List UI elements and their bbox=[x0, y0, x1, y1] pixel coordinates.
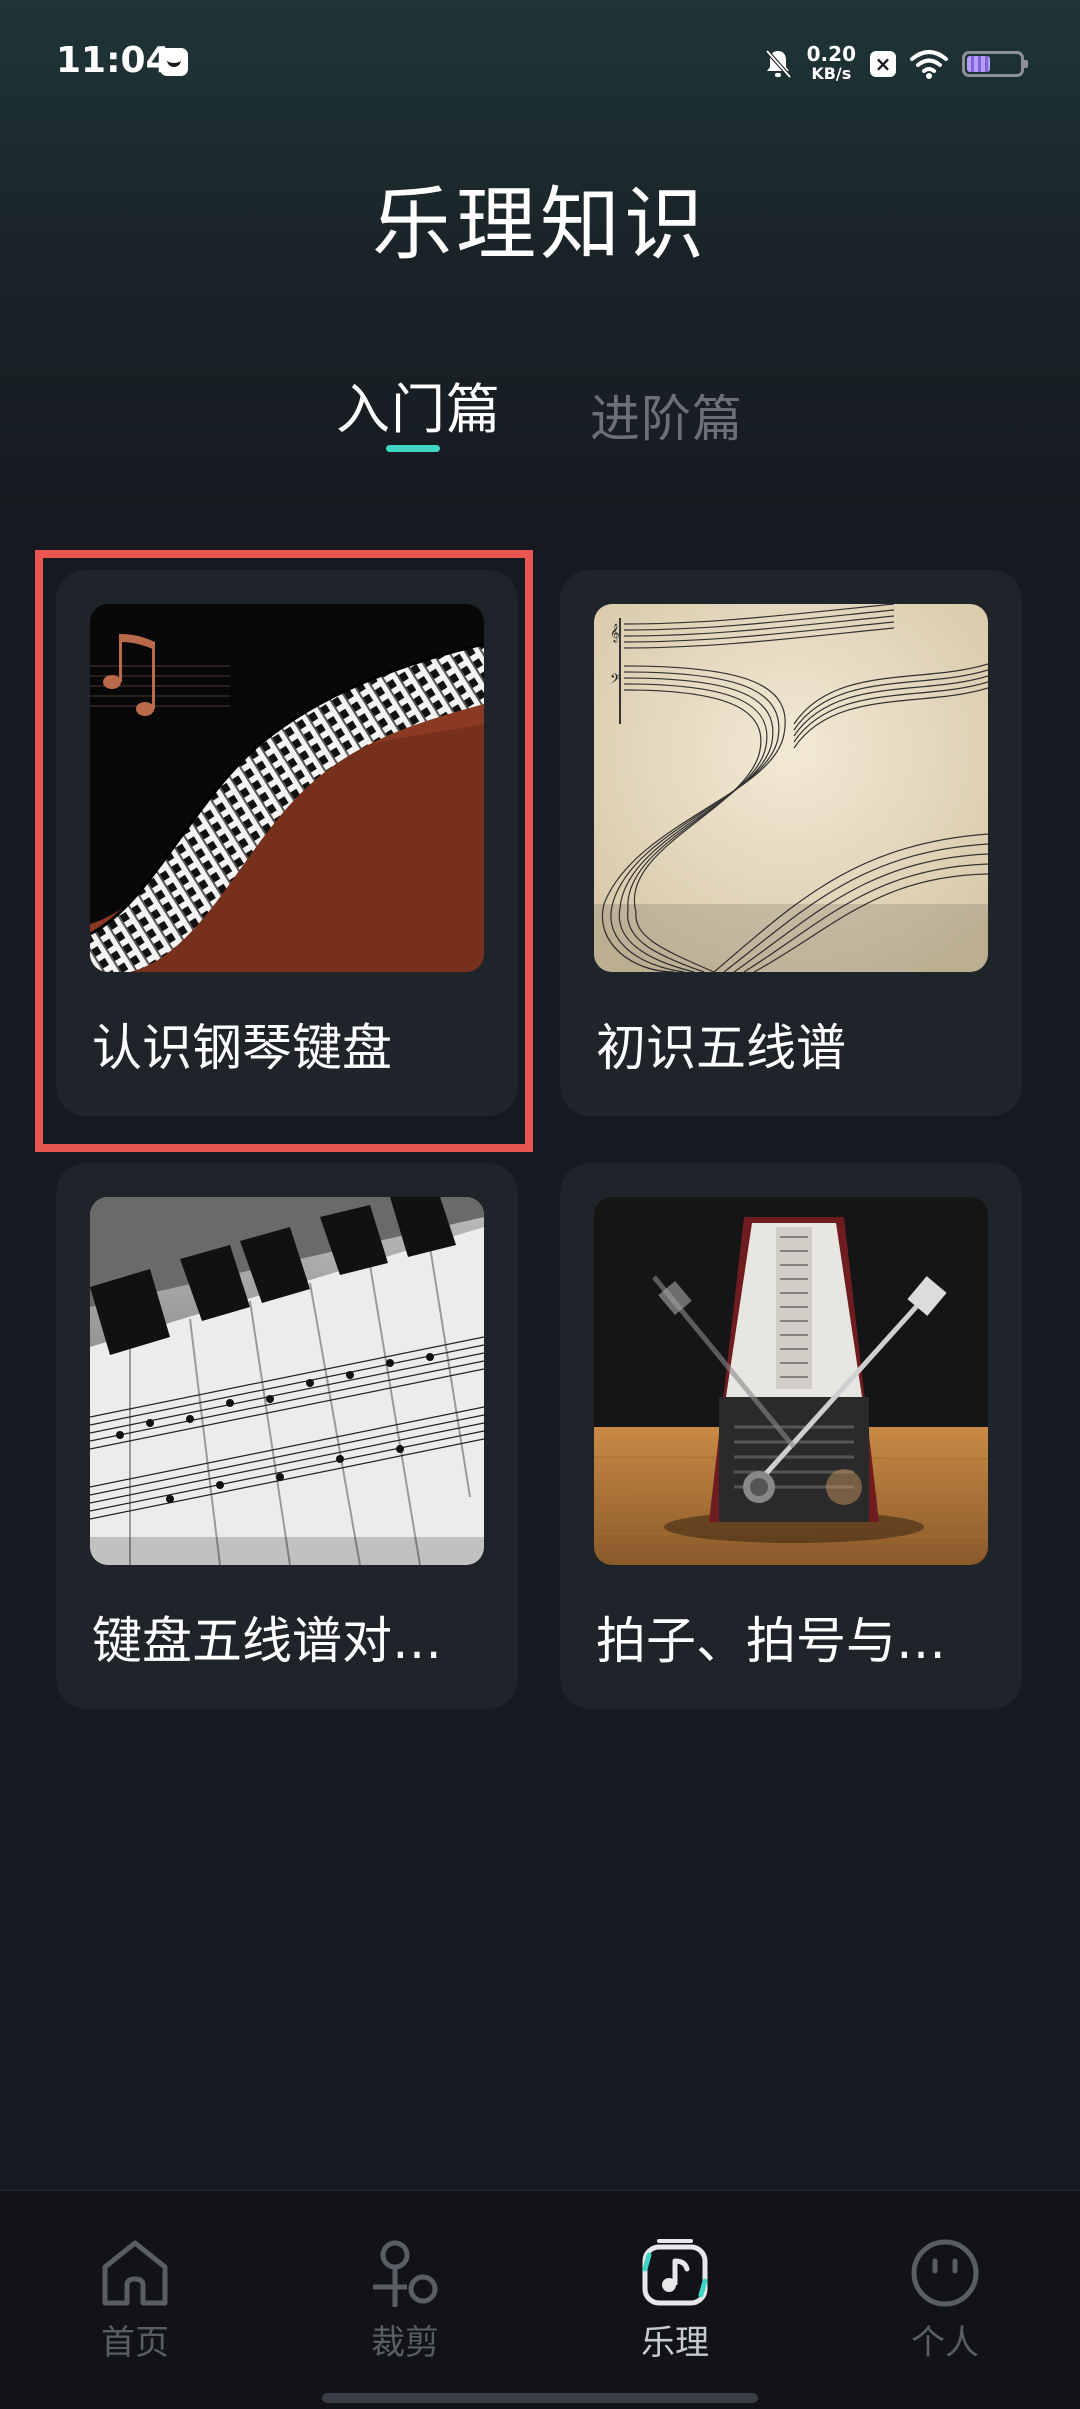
metronome-image bbox=[594, 1197, 988, 1565]
scissors-icon bbox=[373, 2240, 438, 2307]
home-indicator-bar[interactable] bbox=[322, 2393, 758, 2403]
nav-label: 个人 bbox=[911, 2323, 979, 2363]
network-speed: 0.20 KB/s bbox=[807, 44, 856, 84]
piano-keyboard-image bbox=[90, 604, 484, 972]
battery-level bbox=[967, 56, 990, 72]
message-notification-icon bbox=[160, 48, 188, 76]
status-indicators: 0.20 KB/s × bbox=[763, 40, 1028, 88]
nav-label: 首页 bbox=[101, 2323, 169, 2363]
home-icon bbox=[102, 2240, 168, 2306]
lesson-card-keyboard-staff-mapping[interactable]: 键盘五线谱对… bbox=[56, 1163, 518, 1709]
card-title: 初识五线谱 bbox=[596, 1019, 846, 1077]
face-icon bbox=[911, 2239, 979, 2307]
tab-advanced[interactable]: 进阶篇 bbox=[590, 379, 743, 451]
status-time: 11:04 bbox=[56, 40, 171, 81]
lesson-card-piano-keyboard[interactable]: 认识钢琴键盘 bbox=[56, 570, 518, 1116]
card-title: 认识钢琴键盘 bbox=[92, 1019, 392, 1077]
card-title: 键盘五线谱对… bbox=[92, 1612, 442, 1670]
bottom-navigation: 首页 裁剪 乐理 个人 bbox=[0, 2190, 1080, 2409]
no-sim-icon: × bbox=[870, 51, 896, 77]
tab-bar: 入门篇 进阶篇 bbox=[0, 365, 1080, 465]
piano-keys-sheet-music-image bbox=[90, 1197, 484, 1565]
nav-theory[interactable]: 乐理 bbox=[575, 2237, 775, 2367]
card-title: 拍子、拍号与… bbox=[596, 1612, 946, 1670]
active-tab-indicator bbox=[386, 445, 440, 452]
nav-cut[interactable]: 裁剪 bbox=[305, 2237, 505, 2367]
network-speed-value: 0.20 bbox=[806, 42, 856, 66]
status-bar: 11:04 0.20 KB/s × bbox=[0, 0, 1080, 130]
nav-label: 裁剪 bbox=[371, 2323, 439, 2363]
network-speed-unit: KB/s bbox=[811, 64, 852, 83]
tab-basic[interactable]: 入门篇 bbox=[336, 365, 501, 444]
staff-sheet-music-image: 𝄞 𝄢 bbox=[594, 604, 988, 972]
lesson-card-staff[interactable]: 𝄞 𝄢 初识五线谱 bbox=[560, 570, 1022, 1116]
music-note-icon bbox=[642, 2239, 708, 2306]
svg-text:𝄢: 𝄢 bbox=[610, 671, 620, 690]
wifi-icon bbox=[910, 50, 948, 79]
nav-me[interactable]: 个人 bbox=[845, 2237, 1045, 2367]
battery-icon bbox=[962, 51, 1028, 77]
svg-text:𝄞: 𝄞 bbox=[610, 623, 619, 643]
lesson-card-beat-time-signature[interactable]: 拍子、拍号与… bbox=[560, 1163, 1022, 1709]
page-title: 乐理知识 bbox=[372, 178, 708, 271]
mute-bell-icon bbox=[765, 49, 792, 79]
nav-label: 乐理 bbox=[641, 2323, 709, 2363]
nav-home[interactable]: 首页 bbox=[35, 2237, 235, 2367]
